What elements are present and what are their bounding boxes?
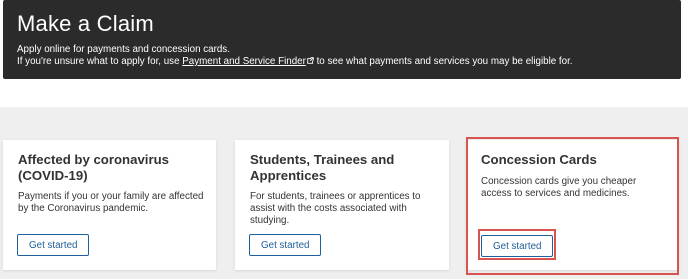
get-started-covid-button[interactable]: Get started	[17, 234, 90, 256]
card-covid: Affected by coronavirus (COVID-19) Payme…	[3, 140, 216, 270]
page-title: Make a Claim	[17, 11, 154, 36]
card-title: Affected by coronavirus (COVID-19)	[18, 152, 169, 183]
card-students: Students, Trainees and Apprentices For s…	[235, 140, 449, 270]
payment-service-finder-link[interactable]: Payment and Service Finder	[182, 56, 306, 67]
card-title: Concession Cards	[481, 152, 597, 167]
banner-line-2: If you're unsure what to apply for, use …	[17, 56, 681, 68]
banner-line-1: Apply online for payments and concession…	[17, 44, 230, 55]
external-link-icon	[307, 57, 314, 64]
card-title: Students, Trainees and Apprentices	[250, 152, 395, 183]
card-description: For students, trainees or apprentices to…	[250, 191, 421, 226]
get-started-concession-button[interactable]: Get started	[481, 235, 554, 257]
card-concession: Concession Cards Concession cards give y…	[466, 140, 679, 270]
banner-line-2-suffix: to see what payments and services you ma…	[313, 56, 573, 67]
card-description: Concession cards give you cheaper access…	[481, 175, 637, 199]
make-a-claim-banner: Make a Claim Apply online for payments a…	[3, 0, 681, 79]
card-description: Payments if you or your family are affec…	[18, 191, 204, 214]
banner-line-2-prefix: If you're unsure what to apply for, use	[17, 56, 183, 67]
get-started-students-button[interactable]: Get started	[249, 234, 322, 256]
